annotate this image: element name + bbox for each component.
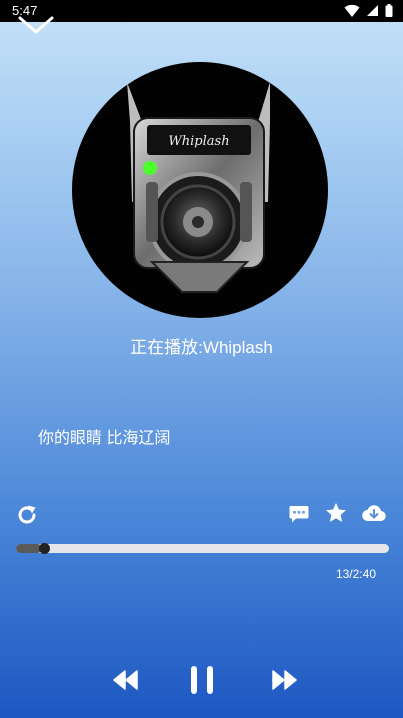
now-playing-title: 正在播放:Whiplash <box>130 338 273 357</box>
comment-icon[interactable] <box>289 504 309 524</box>
chevron-down-icon[interactable] <box>16 16 56 38</box>
album-art-image: Whiplash <box>127 82 270 293</box>
progress-fill <box>16 544 42 553</box>
repeat-icon[interactable] <box>15 503 39 527</box>
progress-bar[interactable] <box>16 543 389 554</box>
time-display: 13/2:40 <box>335 567 376 581</box>
cell-signal-icon <box>367 5 378 16</box>
battery-icon <box>385 4 393 17</box>
wifi-icon <box>344 4 360 17</box>
album-art: Whiplash <box>72 62 328 318</box>
lyric-line: 你的眼睛 比海辽阔 <box>38 430 171 447</box>
fast-forward-icon[interactable] <box>272 670 297 690</box>
pause-icon[interactable] <box>189 665 215 695</box>
progress-knob[interactable] <box>38 543 50 554</box>
music-player-screen: 5:47 Whiplash 正在播放:Whiplash 你的眼睛 比海辽阔 13… <box>0 0 403 718</box>
status-bar: 5:47 <box>0 0 403 22</box>
star-icon[interactable] <box>325 502 347 524</box>
download-icon[interactable] <box>362 503 386 524</box>
album-art-green-light <box>143 161 157 175</box>
rewind-icon[interactable] <box>113 670 138 690</box>
album-art-logo: Whiplash <box>168 134 229 149</box>
